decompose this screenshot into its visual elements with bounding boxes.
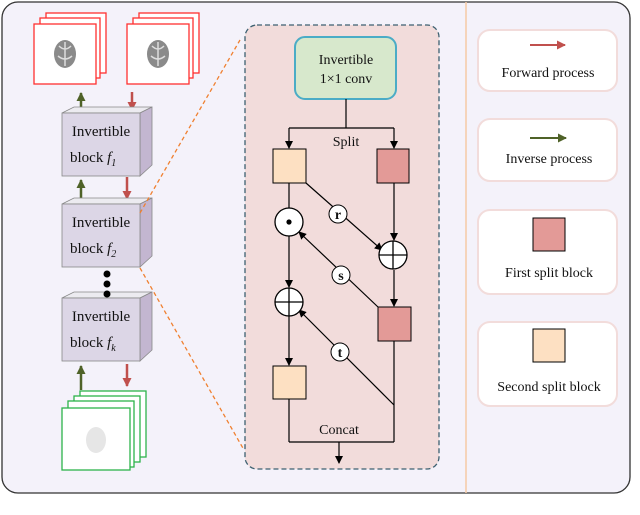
second-split-block-out	[272, 365, 307, 400]
add-op-icon	[274, 287, 304, 317]
block-detail-panel: Invertible 1×1 conv Split Concat r s t	[244, 24, 440, 470]
invertible-conv-box	[294, 36, 397, 100]
block-label-1: Invertible	[72, 124, 131, 140]
ellipsis-dots	[103, 270, 111, 298]
legend-second-split-label: Second split block	[497, 380, 600, 395]
op-t-label: t	[338, 346, 343, 361]
multiply-op-icon	[274, 207, 304, 237]
block-label-1: Invertible	[72, 215, 131, 231]
legend-first-split-label: First split block	[505, 266, 593, 281]
output-image-stack	[33, 12, 107, 85]
input-image-stack	[126, 12, 200, 85]
legend: Forward process Inverse process First sp…	[477, 29, 618, 407]
legend-forward-label: Forward process	[502, 66, 595, 81]
legend-inverse	[477, 118, 618, 182]
invertible-block-3: Invertibleblock fk	[61, 291, 153, 362]
invertible-block-2: Invertibleblock f2	[61, 197, 153, 268]
first-split-block-out	[377, 306, 412, 342]
legend-forward	[477, 29, 618, 92]
first-split-block	[376, 148, 410, 184]
diagram: Invertibleblock f1Invertibleblock f2Inve…	[1, 1, 631, 494]
add-op-icon	[378, 240, 408, 270]
block-label-1: Invertible	[72, 309, 131, 325]
op-r-label: r	[335, 208, 341, 223]
first-split-swatch	[532, 217, 566, 252]
concat-label: Concat	[319, 423, 359, 438]
second-split-swatch	[532, 328, 566, 363]
conv-label-2: 1×1 conv	[320, 72, 373, 87]
invertible-block-1: Invertibleblock f1	[61, 106, 153, 177]
conv-label-1: Invertible	[319, 53, 373, 68]
latent-image-stack	[61, 390, 147, 471]
second-split-block	[272, 148, 307, 184]
op-s-label: s	[338, 269, 344, 284]
legend-inverse-label: Inverse process	[506, 152, 593, 167]
split-label: Split	[333, 135, 360, 150]
